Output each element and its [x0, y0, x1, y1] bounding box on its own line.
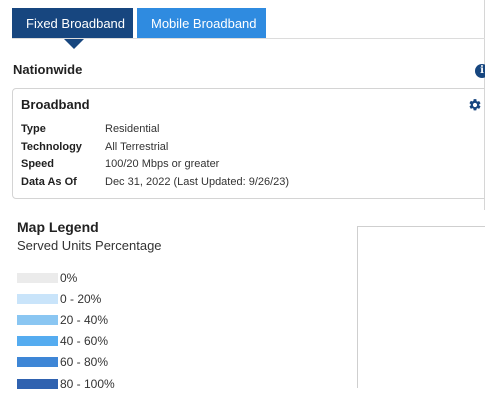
legend-item: 80 - 100%	[17, 373, 115, 394]
legend-swatch	[17, 314, 58, 325]
tab-mobile-broadband[interactable]: Mobile Broadband	[137, 8, 266, 39]
legend-subtitle: Served Units Percentage	[17, 238, 162, 253]
row-value: 100/20 Mbps or greater	[105, 158, 220, 170]
row-key: Data As Of	[21, 175, 77, 188]
info-icon[interactable]: i	[475, 64, 485, 78]
row-value: Residential	[105, 123, 160, 135]
row-key: Technology	[21, 140, 82, 153]
row-key: Type	[21, 123, 46, 135]
gear-icon[interactable]	[468, 98, 482, 112]
tab-fixed-broadband[interactable]: Fixed Broadband	[12, 8, 133, 49]
map-area[interactable]	[357, 226, 485, 388]
legend-item: 0 - 20%	[17, 288, 115, 309]
legend-list: 0% 0 - 20% 20 - 40% 40 - 60% 60 - 80% 80…	[17, 267, 115, 394]
row-data-as-of: Data As Of Dec 31, 2022 (Last Updated: 9…	[21, 176, 289, 194]
row-type: Type Residential	[21, 123, 289, 141]
legend-item: 0%	[17, 267, 115, 288]
broadband-card: Broadband Type Residential Technology Al…	[12, 88, 485, 199]
legend-swatch	[17, 357, 58, 368]
legend-item: 40 - 60%	[17, 331, 115, 352]
legend-item: 20 - 40%	[17, 309, 115, 330]
row-value: Dec 31, 2022 (Last Updated: 9/26/23)	[105, 175, 290, 188]
legend-swatch	[17, 272, 58, 283]
row-technology: Technology All Terrestrial	[21, 141, 289, 159]
row-speed: Speed 100/20 Mbps or greater	[21, 158, 289, 176]
tab-divider	[12, 38, 485, 39]
legend-swatch	[17, 378, 58, 389]
section-title: Nationwide	[13, 62, 83, 77]
legend-label: 60 - 80%	[60, 355, 109, 370]
row-key: Speed	[21, 158, 55, 170]
legend-label: 80 - 100%	[60, 376, 115, 391]
legend-label: 20 - 40%	[60, 312, 109, 327]
legend-item: 60 - 80%	[17, 352, 115, 373]
legend-label: 40 - 60%	[60, 334, 109, 349]
card-title: Broadband	[21, 97, 90, 112]
legend-label: 0 - 20%	[60, 291, 102, 306]
row-value: All Terrestrial	[105, 140, 169, 153]
legend-title: Map Legend	[17, 219, 99, 235]
broadband-panel: Fixed Broadband Mobile Broadband Nationw…	[0, 0, 485, 210]
legend-swatch	[17, 293, 58, 304]
legend-swatch	[17, 336, 58, 347]
legend-label: 0%	[60, 270, 78, 285]
info-rows: Type Residential Technology All Terrestr…	[21, 123, 289, 193]
tab-bar: Fixed Broadband Mobile Broadband	[12, 8, 266, 49]
